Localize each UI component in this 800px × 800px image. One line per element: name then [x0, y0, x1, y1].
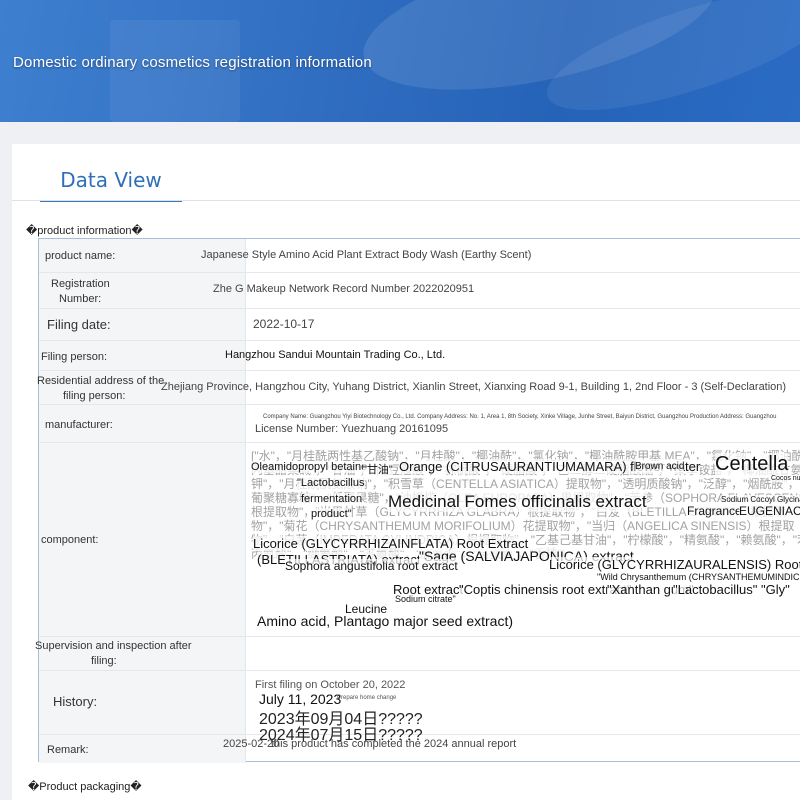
value-manufacturer-address: Company Name: Guangzhou Yiyi Biotechnolo… — [263, 414, 777, 420]
label-registration-2: Number: — [59, 293, 102, 305]
row-remark: Remark: 2025-02-20 this product has comp… — [39, 735, 800, 763]
component-fragment: "Lactobacillus" — [673, 582, 758, 597]
row-supervision: Supervision and inspection after filing: — [35, 637, 800, 671]
label-remark: Remark: — [47, 744, 89, 756]
label-registration-1: Registration — [51, 278, 110, 290]
component-fragment: Fragrance — [687, 504, 742, 518]
component-fragment: Centella — [715, 453, 789, 476]
component-fragment: fermentation — [301, 493, 363, 505]
component-fragment: Oleamidopropyl betaine — [251, 461, 368, 473]
component-fragment: "Wild Chrysanthemum (CHRYSANTHEMUMINDICU… — [597, 572, 800, 582]
component-fragment: Amino acid, Plantago major seed extract) — [257, 613, 514, 629]
header-banner: Domestic ordinary cosmetics registration… — [0, 0, 800, 122]
section-title-product-information: �product information� — [26, 225, 143, 237]
component-fragment: product" — [311, 508, 352, 520]
label-manufacturer: manufacturer: — [45, 419, 113, 431]
row-component: component: ["水"，"月桂酰两性基乙酸钠"，"月桂酸"，"椰油酰"，… — [39, 443, 800, 637]
row-manufacturer: manufacturer: Company Name: Guangzhou Yi… — [39, 405, 800, 443]
history-entry: Prepare home change — [337, 695, 397, 701]
component-fragment: "Gly" — [761, 582, 790, 597]
component-fragment: Sodium citrate" — [395, 594, 456, 604]
section-title-product-packaging: �Product packaging� — [28, 781, 142, 793]
label-supervision-1: Supervision and inspection after — [35, 640, 192, 652]
label-address-1: Residential address of the — [37, 375, 165, 387]
label-filing-person: Filing person: — [41, 351, 108, 363]
tab-divider — [12, 200, 800, 201]
row-product-name: product name: Japanese Style Amino Acid … — [39, 239, 800, 273]
history-entry: First filing on October 20, 2022 — [255, 679, 406, 691]
component-text-area: ["水"，"月桂酰两性基乙酸钠"，"月桂酸"，"椰油酰"，"氯化钠"，"椰油酰胺… — [251, 449, 800, 629]
value-filing-date: 2022-10-17 — [253, 317, 315, 331]
label-address-2: filing person: — [63, 390, 126, 402]
component-fragment: "Lactobacillus — [297, 477, 365, 489]
label-product-name: product name: — [45, 250, 116, 262]
component-fragment: Brown acid — [635, 461, 685, 472]
label-supervision-2: filing: — [91, 655, 117, 667]
tab-data-view[interactable]: Data View — [40, 166, 182, 202]
component-fragment: Licorice (GLYCYRRHIZAURALENSIS) Root Ext… — [549, 557, 800, 572]
row-filing-person: Filing person: Hangzhou Sandui Mountain … — [39, 341, 800, 371]
component-fragment: EUGENIACARYOPHYLLUS — [739, 504, 800, 518]
value-product-name: Japanese Style Amino Acid Plant Extract … — [201, 249, 532, 261]
component-fragment: Cocos nucifera — [771, 475, 800, 482]
row-residential-address: Residential address of the filing person… — [37, 371, 800, 405]
component-fragment: Sodium Cocoyl Glycinate — [721, 495, 800, 504]
label-component: component: — [41, 534, 99, 546]
component-fragment: "Coptis chinensis root extract" — [459, 582, 632, 597]
value-remark-note: this product has completed the 2024 annu… — [271, 738, 517, 750]
value-residential-address: Zhejiang Province, Hangzhou City, Yuhang… — [161, 381, 787, 393]
component-fragment: "甘油" — [363, 461, 393, 477]
component-fragment: Medicinal Fomes officinalis extract — [388, 492, 647, 512]
row-filing-date: Filing date: 2022-10-17 — [39, 309, 800, 341]
product-info-table: product name: Japanese Style Amino Acid … — [35, 238, 800, 763]
value-registration-number: Zhe G Makeup Network Record Number 20220… — [213, 283, 475, 295]
page-title: Domestic ordinary cosmetics registration… — [13, 54, 372, 71]
row-registration-number: Registration Number: Zhe G Makeup Networ… — [39, 273, 800, 309]
label-filing-date: Filing date: — [47, 317, 111, 332]
row-history: History: First filing on October 20, 202… — [39, 671, 800, 744]
value-filing-person: Hangzhou Sandui Mountain Trading Co., Lt… — [225, 349, 446, 361]
value-manufacturer-license: License Number: Yuezhuang 20161095 — [255, 423, 449, 435]
component-fragment: Sophora angustifolia root extract — [285, 559, 458, 573]
